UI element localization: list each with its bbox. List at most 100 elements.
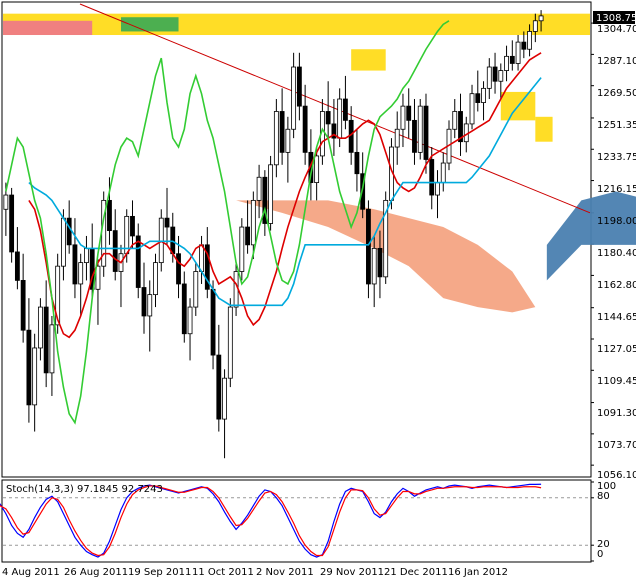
candle-body: [164, 217, 170, 228]
price-axis: 1304.70 1287.10 1269.50 1251.35 1233.75 …: [597, 24, 636, 481]
candle-body: [400, 105, 406, 130]
time-tick-label: 19 Sep 2011: [128, 567, 191, 578]
candle-body: [532, 20, 538, 32]
candle-body: [112, 230, 118, 272]
candle-body: [61, 217, 66, 267]
candle-body: [141, 287, 147, 317]
candle-body: [509, 55, 515, 64]
candle-body: [325, 111, 331, 125]
time-tick-label: 26 Aug 2011: [64, 567, 128, 578]
candle-body: [135, 235, 141, 288]
price-tick-label: 1198.00: [597, 216, 636, 227]
candle-body: [291, 66, 297, 130]
candle-body: [302, 105, 308, 153]
time-tick-label: 29 Nov 2011: [320, 567, 384, 578]
candle-body: [84, 247, 89, 264]
time-tick-label: 16 Jan 2012: [448, 567, 508, 578]
candle-body: [492, 66, 498, 82]
candle-body: [256, 176, 262, 201]
candle-body: [250, 199, 256, 246]
time-tick-label: 4 Aug 2011: [2, 567, 60, 578]
candle-body: [176, 253, 181, 285]
candle-body: [504, 55, 509, 71]
candle-body: [37, 306, 43, 349]
candle-body: [170, 226, 176, 255]
candle-body: [210, 288, 216, 356]
candle-body: [14, 251, 20, 281]
price-tick-label: 1287.10: [597, 56, 636, 67]
candle-body: [412, 119, 417, 153]
candle-body: [181, 283, 187, 335]
candle-body: [417, 105, 423, 153]
candle-body: [153, 262, 158, 296]
highlight-box: [351, 49, 386, 71]
chart-svg: 1304.70 1287.10 1269.50 1251.35 1233.75 …: [0, 0, 636, 581]
stoch-tick-label: 0: [597, 549, 603, 560]
candle-body: [107, 199, 112, 232]
candle-body: [515, 41, 521, 64]
candle-body: [268, 164, 274, 224]
candle-body: [423, 105, 429, 160]
price-tick-label: 1180.40: [597, 248, 636, 259]
candle-body: [20, 279, 26, 331]
candle-body: [394, 128, 400, 148]
candle-body: [371, 247, 377, 285]
price-tick-label: 1233.75: [597, 152, 636, 163]
candle-body: [452, 111, 458, 130]
price-tick-label: 1073.70: [597, 440, 636, 451]
candle-body: [26, 329, 32, 406]
candle-body: [435, 182, 440, 196]
time-tick-label: 2 Nov 2011: [256, 567, 314, 578]
price-tick-label: 1144.65: [597, 312, 636, 323]
candle-body: [469, 93, 475, 125]
price-tick-label: 1216.15: [597, 184, 636, 195]
candle-body: [440, 162, 446, 183]
time-tick-label: 21 Dec 2011: [384, 567, 448, 578]
candle-body: [66, 217, 72, 246]
candle-body: [314, 155, 320, 183]
candle-body: [538, 15, 544, 22]
price-tick-label: 1091.30: [597, 408, 636, 419]
kumo-cloud-top: [3, 20, 93, 36]
candle-body: [187, 306, 193, 335]
candle-body: [337, 98, 343, 139]
candle-body: [43, 306, 49, 374]
candle-body: [273, 111, 279, 166]
price-tick-label: 1304.70: [597, 24, 636, 35]
candle-body: [279, 111, 285, 153]
candle-body: [366, 208, 371, 285]
candle-body: [521, 41, 527, 50]
candle-body: [78, 262, 84, 285]
candle-body: [9, 194, 15, 253]
candle-body: [130, 215, 135, 237]
price-tick-label: 1127.05: [597, 344, 636, 355]
price-tick-label: 1269.50: [597, 88, 636, 99]
price-tick-label: 1109.45: [597, 376, 636, 387]
candle-body: [199, 244, 204, 272]
candle-body: [239, 226, 245, 272]
candle-body: [285, 128, 291, 153]
candle-body: [498, 70, 504, 82]
stoch-tick-label: 80: [597, 491, 610, 502]
highlight-box: [535, 116, 553, 142]
candle-body: [527, 31, 532, 50]
price-tick-label: 1251.35: [597, 120, 636, 131]
candle-body: [32, 347, 38, 406]
candle-body: [481, 87, 486, 103]
candle-body: [429, 159, 435, 196]
candle-body: [343, 98, 348, 121]
time-tick-label: 11 Oct 2011: [192, 567, 254, 578]
candle-body: [227, 306, 233, 379]
chart-root: 1304.70 1287.10 1269.50 1251.35 1233.75 …: [0, 0, 636, 581]
price-tick-label: 1162.80: [597, 280, 636, 291]
candle-body: [377, 247, 383, 278]
candle-body: [216, 354, 222, 420]
candle-body: [475, 93, 481, 103]
candle-body: [486, 66, 492, 89]
current-price-label: 1308.75: [596, 13, 636, 24]
candle-body: [296, 66, 302, 107]
price-tick-label: 1056.10: [597, 470, 636, 481]
candle-body: [49, 324, 55, 374]
candle-body: [3, 194, 9, 210]
stoch-indicator-label: Stoch(14,3,3) 97.1845 92.7243: [6, 484, 163, 495]
